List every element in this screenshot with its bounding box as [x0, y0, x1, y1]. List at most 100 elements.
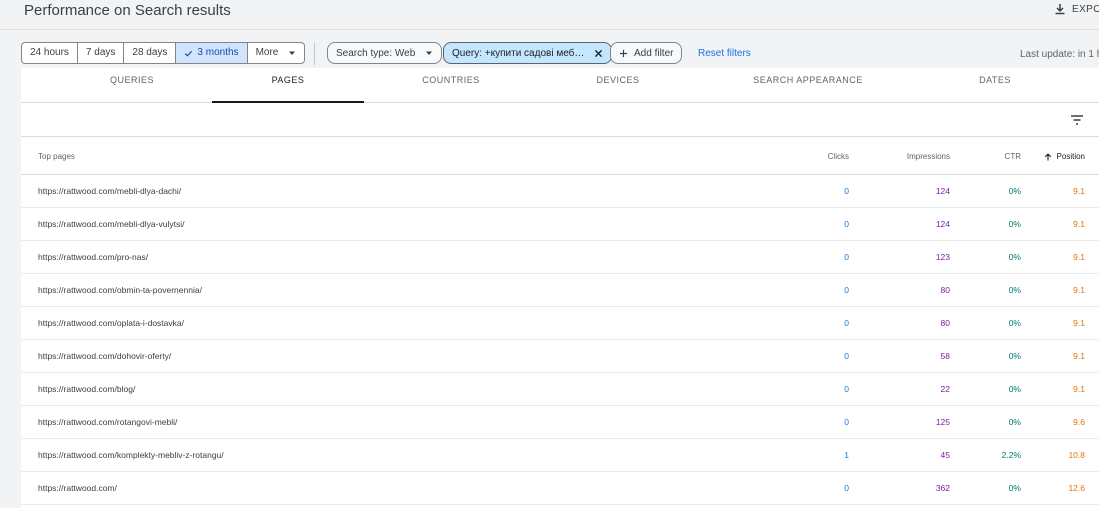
page-url-cell: https://rattwood.com/blog/	[38, 384, 136, 394]
date-range-more-dropdown[interactable]: More	[248, 43, 305, 63]
impressions-cell: 125	[935, 417, 950, 427]
clicks-cell: 0	[844, 186, 849, 196]
table-row[interactable]: https://rattwood.com/komplekty-mebliv-z-…	[21, 439, 1099, 472]
position-cell: 10.8	[1068, 450, 1085, 460]
position-cell: 9.1	[1073, 219, 1085, 229]
search-type-chip[interactable]: Search type: Web	[327, 42, 443, 64]
clicks-cell: 1	[844, 450, 849, 460]
position-cell: 9.1	[1073, 186, 1085, 196]
plus-icon	[619, 49, 628, 57]
table-row[interactable]: https://rattwood.com/rotangovi-mebli/0 12…	[21, 406, 1099, 439]
position-cell: 12.6	[1068, 483, 1085, 493]
download-icon	[1055, 4, 1065, 15]
impressions-cell: 123	[935, 252, 950, 262]
date-range-7d[interactable]: 7 days	[78, 43, 125, 63]
tab-pages[interactable]: PAGES	[212, 68, 364, 103]
clicks-cell: 0	[844, 318, 849, 328]
reset-filters-link[interactable]: Reset filters	[698, 48, 751, 59]
search-type-label: Search type: Web	[336, 47, 416, 59]
clicks-cell: 0	[844, 351, 849, 361]
date-range-label: More	[255, 47, 279, 58]
position-cell: 9.1	[1073, 318, 1085, 328]
impressions-cell: 124	[935, 219, 950, 229]
page-url-cell: https://rattwood.com/mebli-dlya-dachi/	[38, 186, 182, 196]
page-url-cell: https://rattwood.com/rotangovi-mebli/	[38, 417, 178, 427]
page-url-cell: https://rattwood.com/pro-nas/	[38, 252, 149, 262]
table-row[interactable]: https://rattwood.com/blog/0 22 0% 9.1	[21, 373, 1099, 406]
date-range-label: 28 days	[132, 47, 168, 58]
tab-devices[interactable]: DEVICES	[563, 68, 673, 103]
caret-down-icon	[426, 51, 433, 55]
position-cell: 9.6	[1073, 417, 1085, 427]
query-filter-label: Query: +купити садові меб…	[452, 47, 585, 59]
page-url-cell: https://rattwood.com/	[38, 483, 117, 493]
table-row[interactable]: https://rattwood.com/pro-nas/0 123 0% 9.1	[21, 241, 1099, 274]
search-console-page: Performance on Search results EXPO 24 ho…	[0, 0, 1099, 508]
tab-queries[interactable]: QUERIES	[77, 68, 187, 103]
date-range-label: 7 days	[85, 47, 116, 58]
tab-dates[interactable]: DATES	[940, 68, 1050, 103]
column-header-ctr[interactable]: CTR	[1005, 152, 1021, 161]
export-button[interactable]: EXPO	[1054, 3, 1099, 15]
impressions-cell: 124	[935, 186, 950, 196]
filter-rows-icon[interactable]	[1070, 114, 1084, 126]
position-header-label: Position	[1056, 152, 1085, 161]
date-range-3m[interactable]: 3 months	[176, 43, 248, 63]
impressions-cell: 58	[940, 351, 950, 361]
table-row[interactable]: https://rattwood.com/obmin-ta-povernenni…	[21, 274, 1099, 307]
caret-down-icon	[289, 51, 296, 55]
add-filter-label: Add filter	[634, 47, 674, 59]
date-range-28d[interactable]: 28 days	[124, 43, 177, 63]
table-row[interactable]: https://rattwood.com/mebli-dlya-dachi/0 1…	[21, 175, 1099, 208]
table-row[interactable]: https://rattwood.com/0 362 0% 12.6	[21, 472, 1099, 505]
table-row[interactable]: https://rattwood.com/dohovir-oferty/0 58 0…	[21, 340, 1099, 373]
page-header: Performance on Search results EXPO	[0, 0, 1099, 30]
position-cell: 9.1	[1073, 384, 1085, 394]
last-update-text: Last update: in 1 h	[1020, 49, 1099, 60]
query-filter-chip[interactable]: Query: +купити садові меб…	[443, 42, 613, 64]
table-header: Top pages Clicks Impressions CTR Positio…	[21, 138, 1099, 175]
column-header-clicks[interactable]: Clicks	[828, 152, 849, 161]
clicks-cell: 0	[844, 384, 849, 394]
page-url-cell: https://rattwood.com/mebli-dlya-vulytsi/	[38, 219, 185, 229]
clicks-cell: 0	[844, 252, 849, 262]
page-url-cell: https://rattwood.com/obmin-ta-povernenni…	[38, 285, 202, 295]
clicks-cell: 0	[844, 285, 849, 295]
column-header-position[interactable]: Position	[1044, 152, 1085, 161]
clicks-cell: 0	[844, 483, 849, 493]
position-cell: 9.1	[1073, 351, 1085, 361]
check-icon	[185, 50, 193, 57]
page-url-cell: https://rattwood.com/dohovir-oferty/	[38, 351, 172, 361]
export-label: EXPO	[1072, 3, 1099, 15]
date-range-selector: 24 hours 7 days 28 days 3 months More	[21, 42, 306, 64]
add-filter-button[interactable]: Add filter	[610, 42, 683, 64]
date-range-24h[interactable]: 24 hours	[22, 43, 78, 63]
position-cell: 9.1	[1073, 252, 1085, 262]
page-url-cell: https://rattwood.com/oplata-i-dostavka/	[38, 318, 184, 328]
impressions-cell: 22	[940, 384, 950, 394]
tab-countries[interactable]: COUNTRIES	[396, 68, 506, 103]
filter-divider	[314, 43, 315, 65]
close-icon[interactable]	[594, 49, 603, 58]
impressions-cell: 80	[940, 318, 950, 328]
date-range-label: 3 months	[197, 47, 239, 58]
impressions-cell: 45	[940, 450, 950, 460]
table-body: https://rattwood.com/mebli-dlya-dachi/0 1…	[21, 175, 1099, 505]
report-card: QUERIES PAGES COUNTRIES DEVICES SEARCH A…	[21, 68, 1099, 508]
date-range-label: 24 hours	[30, 47, 69, 58]
table-row[interactable]: https://rattwood.com/oplata-i-dostavka/0…	[21, 307, 1099, 340]
column-header-page[interactable]: Top pages	[38, 152, 75, 161]
arrow-up-icon	[1044, 152, 1051, 160]
page-title: Performance on Search results	[24, 2, 231, 19]
impressions-cell: 362	[935, 483, 950, 493]
clicks-cell: 0	[844, 417, 849, 427]
report-tabs: QUERIES PAGES COUNTRIES DEVICES SEARCH A…	[21, 68, 1099, 103]
position-cell: 9.1	[1073, 285, 1085, 295]
column-header-impressions[interactable]: Impressions	[907, 152, 950, 161]
clicks-cell: 0	[844, 219, 849, 229]
table-toolbar	[21, 103, 1099, 137]
impressions-cell: 80	[940, 285, 950, 295]
tab-search-appearance[interactable]: SEARCH APPEARANCE	[740, 68, 876, 103]
table-row[interactable]: https://rattwood.com/mebli-dlya-vulytsi/…	[21, 208, 1099, 241]
page-url-cell: https://rattwood.com/komplekty-mebliv-z-…	[38, 450, 224, 460]
